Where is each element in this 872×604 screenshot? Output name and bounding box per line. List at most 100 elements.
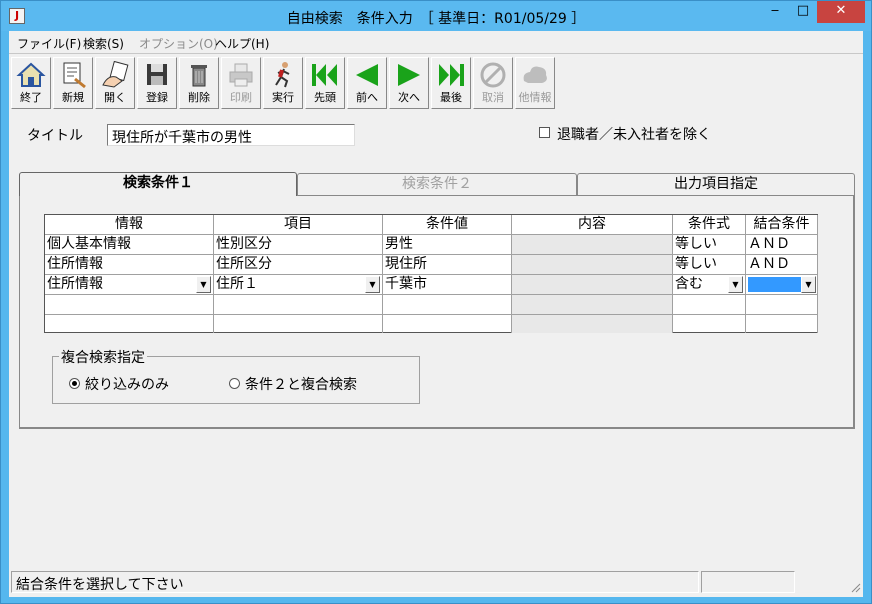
radio-narrow-only-label[interactable]: 絞り込みのみ bbox=[85, 374, 169, 394]
open-hand-icon bbox=[102, 61, 129, 88]
prev-label: 前へ bbox=[356, 91, 378, 104]
status-message: 結合条件を選択して下さい bbox=[11, 571, 699, 593]
tab-search-condition-2[interactable]: 検索条件２ bbox=[297, 173, 577, 195]
window-title: 自由検索 条件入力 ［ 基準日：R01/05/29 ］ bbox=[286, 11, 586, 27]
menu-search[interactable]: 検索(S) bbox=[83, 35, 124, 52]
join-select[interactable]: ▼ bbox=[746, 275, 818, 295]
new-document-icon bbox=[63, 62, 86, 89]
table-cell[interactable]: ＡＮＤ bbox=[746, 235, 818, 255]
table-cell[interactable]: 個人基本情報 bbox=[45, 235, 214, 255]
tab-search-condition-1[interactable]: 検索条件１ bbox=[19, 172, 297, 196]
table-cell[interactable]: 男性 bbox=[383, 235, 512, 255]
close-button[interactable]: ✕ bbox=[817, 1, 865, 23]
chevron-down-icon[interactable]: ▼ bbox=[801, 276, 816, 293]
value-input[interactable]: 千葉市 bbox=[383, 275, 512, 295]
status-pane-secondary bbox=[701, 571, 795, 593]
cancel-label: 取消 bbox=[482, 91, 504, 104]
title-label: タイトル bbox=[27, 128, 83, 144]
menu-help[interactable]: ヘルプ(H) bbox=[215, 35, 269, 52]
other-info-label: 他情報 bbox=[518, 91, 552, 104]
cloud-icon bbox=[523, 66, 547, 83]
status-bar: 結合条件を選択して下さい bbox=[9, 569, 863, 595]
table-cell bbox=[512, 275, 673, 295]
radio-compound-with-2[interactable] bbox=[229, 378, 240, 389]
item-select-value: 住所１ bbox=[216, 276, 258, 292]
chevron-down-icon[interactable]: ▼ bbox=[365, 276, 380, 293]
table-cell bbox=[512, 295, 673, 315]
header-operator: 条件式 bbox=[673, 215, 746, 235]
radio-narrow-only[interactable] bbox=[69, 378, 80, 389]
exclude-retired-label[interactable]: 退職者／未入社者を除く bbox=[557, 124, 711, 144]
prohibited-icon bbox=[480, 62, 506, 88]
table-cell[interactable]: 住所区分 bbox=[214, 255, 383, 275]
maximize-button[interactable]: □ bbox=[789, 1, 817, 23]
exit-label: 終了 bbox=[20, 91, 42, 104]
table-cell[interactable] bbox=[746, 315, 818, 333]
exclude-retired-checkbox[interactable] bbox=[539, 127, 550, 138]
exit-button[interactable]: 終了 bbox=[11, 57, 51, 109]
open-button[interactable]: 開く bbox=[95, 57, 135, 109]
menu-options[interactable]: オプション(O) bbox=[139, 35, 218, 52]
cancel-button[interactable]: 取消 bbox=[473, 57, 513, 109]
table-cell bbox=[512, 235, 673, 255]
running-person-icon bbox=[275, 62, 290, 88]
info-select-value: 住所情報 bbox=[47, 276, 103, 292]
header-join: 結合条件 bbox=[746, 215, 818, 235]
resize-grip-icon[interactable] bbox=[849, 581, 861, 593]
run-button[interactable]: 実行 bbox=[263, 57, 303, 109]
table-cell bbox=[512, 255, 673, 275]
table-cell[interactable] bbox=[673, 295, 746, 315]
title-bar[interactable]: J 自由検索 条件入力 ［ 基準日：R01/05/29 ］ ‒ □ ✕ bbox=[1, 1, 871, 31]
save-button[interactable]: 登録 bbox=[137, 57, 177, 109]
table-cell[interactable] bbox=[383, 315, 512, 333]
table-cell[interactable]: 等しい bbox=[673, 255, 746, 275]
condition-grid[interactable]: 情報 項目 条件値 内容 条件式 結合条件 個人基本情報 性別区分 男性 等しい… bbox=[44, 214, 818, 333]
info-select[interactable]: 住所情報 ▼ bbox=[45, 275, 214, 295]
print-button[interactable]: 印刷 bbox=[221, 57, 261, 109]
table-cell[interactable]: 住所情報 bbox=[45, 255, 214, 275]
table-cell[interactable] bbox=[673, 315, 746, 333]
table-cell[interactable]: 性別区分 bbox=[214, 235, 383, 255]
table-cell[interactable]: 現住所 bbox=[383, 255, 512, 275]
table-cell[interactable] bbox=[45, 295, 214, 315]
open-label: 開く bbox=[104, 91, 126, 104]
title-input[interactable]: 現住所が千葉市の男性 bbox=[107, 124, 355, 146]
operator-select-value: 含む bbox=[675, 276, 703, 292]
table-cell[interactable]: ＡＮＤ bbox=[746, 255, 818, 275]
next-button[interactable]: 次へ bbox=[389, 57, 429, 109]
join-select-value bbox=[748, 277, 801, 292]
first-label: 先頭 bbox=[314, 91, 336, 104]
print-label: 印刷 bbox=[230, 91, 252, 104]
new-button[interactable]: 新規 bbox=[53, 57, 93, 109]
table-cell[interactable] bbox=[45, 315, 214, 333]
toolbar: 終了 新規 開く 登録 削除 印刷 実行 先頭 前へ 次へ 最後 取消 他情報 bbox=[9, 55, 863, 111]
last-label: 最後 bbox=[440, 91, 462, 104]
table-cell[interactable] bbox=[214, 295, 383, 315]
delete-button[interactable]: 削除 bbox=[179, 57, 219, 109]
next-label: 次へ bbox=[398, 91, 420, 104]
new-label: 新規 bbox=[62, 91, 84, 104]
table-cell[interactable] bbox=[383, 295, 512, 315]
item-select[interactable]: 住所１ ▼ bbox=[214, 275, 383, 295]
first-button[interactable]: 先頭 bbox=[305, 57, 345, 109]
last-button[interactable]: 最後 bbox=[431, 57, 471, 109]
table-cell[interactable] bbox=[214, 315, 383, 333]
house-icon bbox=[16, 62, 46, 87]
menu-file[interactable]: ファイル(F) bbox=[17, 35, 81, 52]
skip-last-icon bbox=[439, 64, 464, 86]
other-info-button[interactable]: 他情報 bbox=[515, 57, 555, 109]
operator-select[interactable]: 含む ▼ bbox=[673, 275, 746, 295]
trash-icon bbox=[191, 65, 207, 87]
arrow-left-icon bbox=[356, 64, 378, 86]
tab-output-items[interactable]: 出力項目指定 bbox=[577, 173, 855, 195]
skip-first-icon bbox=[312, 64, 337, 86]
prev-button[interactable]: 前へ bbox=[347, 57, 387, 109]
table-cell[interactable] bbox=[746, 295, 818, 315]
chevron-down-icon[interactable]: ▼ bbox=[728, 276, 743, 293]
printer-icon bbox=[229, 63, 253, 87]
chevron-down-icon[interactable]: ▼ bbox=[196, 276, 211, 293]
arrow-right-icon bbox=[398, 64, 420, 86]
table-cell[interactable]: 等しい bbox=[673, 235, 746, 255]
minimize-button[interactable]: ‒ bbox=[761, 1, 789, 23]
radio-compound-with-2-label[interactable]: 条件２と複合検索 bbox=[245, 374, 357, 394]
